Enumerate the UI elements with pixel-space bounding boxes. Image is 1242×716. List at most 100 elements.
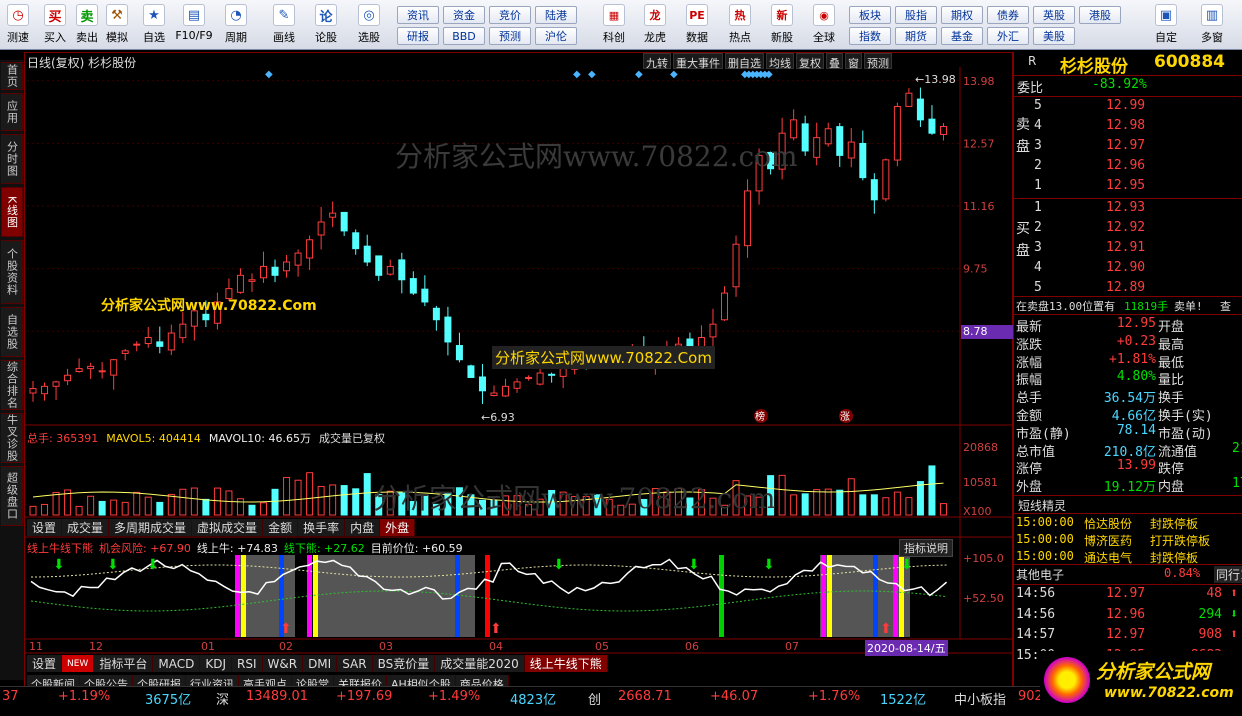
sell-level-row[interactable]: 4 12.98 (1014, 118, 1242, 136)
toolbar-btn-b1[interactable]: BBD (443, 27, 485, 45)
toolbar-btn2-b3[interactable]: 外汇 (987, 27, 1029, 45)
indicator-tab-11[interactable]: 线上牛线下熊 (524, 655, 608, 672)
toolbar-btn2-b4[interactable]: 美股 (1033, 27, 1075, 45)
buy-level-row[interactable]: 4 12.90 (1014, 260, 1242, 278)
toolbar-pen-button[interactable]: ✎ 画线 (268, 2, 300, 48)
toolbar-btn-0[interactable]: 资讯 (397, 6, 439, 24)
toolbar-chart-button[interactable]: ▦ 科创 (596, 2, 632, 48)
toolbar-btn2-1[interactable]: 股指 (895, 6, 937, 24)
toolbar-btn2-5[interactable]: 港股 (1079, 6, 1121, 24)
toolbar-btn-2[interactable]: 竞价 (489, 6, 531, 24)
level-price: 12.89 (1106, 280, 1146, 295)
sidebar-tab-6[interactable]: 综合排名 (1, 360, 23, 410)
indicator-tab-9[interactable]: BS竞价量 (372, 655, 436, 672)
toolbar-btn2-b1[interactable]: 期货 (895, 27, 937, 45)
volume-tab-0[interactable]: 设置 (27, 519, 63, 536)
toolbar-btn2-b2[interactable]: 基金 (941, 27, 983, 45)
toolbar-btn2-4[interactable]: 英股 (1033, 6, 1075, 24)
toolbar-btn-b3[interactable]: 沪伦 (535, 27, 577, 45)
toolbar-dragon-button[interactable]: 龙龙虎 (637, 2, 673, 48)
toolbar-btn2-b0[interactable]: 指数 (849, 27, 891, 45)
sidebar-tab-7[interactable]: 牛叉诊股 (1, 413, 23, 463)
toolbar-label: 选股 (358, 31, 380, 44)
sidebar-tab-0[interactable]: 首页 (1, 62, 23, 90)
toolbar-btn2-0[interactable]: 板块 (849, 6, 891, 24)
level-price: 12.93 (1106, 200, 1146, 215)
sector-peer-button[interactable]: 同行1 (1214, 566, 1242, 583)
candle-body (352, 232, 360, 250)
buy-level-row[interactable]: 1 12.93 (1014, 200, 1242, 218)
chart-icon: ▦ (603, 4, 625, 26)
toolbar-globe-button[interactable]: ◉ 全球 (806, 2, 842, 48)
toolbar-new-button[interactable]: 新新股 (764, 2, 800, 48)
candle-body (375, 255, 383, 276)
toolbar-btn-1[interactable]: 资金 (443, 6, 485, 24)
candle-body (916, 98, 924, 121)
sell-level-row[interactable]: 2 12.96 (1014, 158, 1242, 176)
toolbar-custom-button[interactable]: ▣ 自定 (1148, 2, 1184, 48)
toolbar-sell-button[interactable]: 卖卖出 (71, 2, 103, 48)
sell-level-row[interactable]: 1 12.95 (1014, 178, 1242, 196)
volume-bar (121, 501, 129, 516)
sidebar-tab-4[interactable]: 个股资料 (1, 240, 23, 304)
toolbar-star-button[interactable]: ★ 自选 (138, 2, 170, 48)
sidebar-tab-5[interactable]: 自选股 (1, 307, 23, 357)
volume-tab-5[interactable]: 换手率 (298, 519, 346, 536)
down-arrow-icon: ⬇ (147, 557, 159, 573)
volume-tab-1[interactable]: 成交量 (62, 519, 110, 536)
candle-body (744, 190, 752, 247)
sidebar-tab-2[interactable]: 分时图 (1, 134, 23, 184)
toolbar-multiwindow-button[interactable]: ▥ 多窗 (1194, 2, 1230, 48)
volume-tab-2[interactable]: 多周期成交量 (109, 519, 193, 536)
toolbar-discuss-button[interactable]: 论论股 (310, 2, 342, 48)
toolbar-btn2-2[interactable]: 期权 (941, 6, 983, 24)
indicator-tab-5[interactable]: RSI (232, 655, 263, 672)
sell-level-row[interactable]: 5 12.99 (1014, 98, 1242, 116)
volume-tab-7[interactable]: 外盘 (380, 519, 416, 536)
volume-bar (824, 488, 832, 516)
buy-level-row[interactable]: 3 12.91 (1014, 240, 1242, 258)
volume-bar (893, 491, 901, 516)
toolbar-btn-b2[interactable]: 预测 (489, 27, 531, 45)
toolbar-pe-button[interactable]: PE 数据 (679, 2, 715, 48)
indicator-tab-6[interactable]: W&R (262, 655, 304, 672)
volume-tab-3[interactable]: 虚拟成交量 (192, 519, 264, 536)
jingling-title: 短线精灵 (1018, 499, 1067, 513)
indicator-tab-1[interactable]: NEW (62, 655, 95, 672)
toolbar-cycle-button[interactable]: ◔ 周期 (220, 2, 252, 48)
toolbar-btn-3[interactable]: 陆港 (535, 6, 577, 24)
indicator-tab-2[interactable]: 指标平台 (94, 655, 154, 672)
indicator-tab-4[interactable]: KDJ (200, 655, 232, 672)
toolbar-hammer-button[interactable]: ⚒ 模拟 (101, 2, 133, 48)
sidebar-tab-1[interactable]: 应用 (1, 93, 23, 131)
stock-code-badge: R (1028, 54, 1037, 68)
toolbar-clock-button[interactable]: ◷ 测速 (2, 2, 34, 48)
toolbar-label: 新股 (771, 31, 793, 44)
sell-level-row[interactable]: 3 12.97 (1014, 138, 1242, 156)
volume-tab-4[interactable]: 金额 (263, 519, 299, 536)
tick-volume: 48 (1206, 586, 1222, 601)
toolbar-buy-button[interactable]: 买买入 (39, 2, 71, 48)
volume-tab-6[interactable]: 内盘 (345, 519, 381, 536)
indicator-tab-8[interactable]: SAR (337, 655, 373, 672)
toolbar-btn2-3[interactable]: 债券 (987, 6, 1029, 24)
buy-level-row[interactable]: 2 12.92 (1014, 220, 1242, 238)
jingling-row[interactable]: 15:00:00 博济医药 打开跌停板 (1014, 532, 1242, 550)
indicator-tab-3[interactable]: MACD (153, 655, 201, 672)
toolbar-hot-button[interactable]: 热热点 (722, 2, 758, 48)
indicator-help-button[interactable]: 指标说明 (899, 539, 953, 557)
notice-query-button[interactable]: 查 (1220, 298, 1231, 314)
indicator-tab-0[interactable]: 设置 (27, 655, 63, 672)
indicator-tab-7[interactable]: DMI (303, 655, 338, 672)
site-logo: 分析家公式网 www.70822.com (1040, 651, 1242, 715)
new-icon: 新 (771, 4, 793, 26)
jingling-row[interactable]: 15:00:00 恰达股份 封跌停板 (1014, 515, 1242, 533)
sidebar-tab-8[interactable]: 超级盘口 (1, 466, 23, 526)
sidebar-tab-3[interactable]: K线图 (1, 187, 23, 237)
toolbar-f10-button[interactable]: ▤ F10/F9 (175, 2, 213, 48)
toolbar-select-button[interactable]: ◎ 选股 (353, 2, 385, 48)
price-axis-label: 11.16 (963, 200, 995, 213)
indicator-tab-10[interactable]: 成交量能2020 (435, 655, 525, 672)
candle-body (525, 376, 533, 379)
toolbar-btn-b0[interactable]: 研报 (397, 27, 439, 45)
